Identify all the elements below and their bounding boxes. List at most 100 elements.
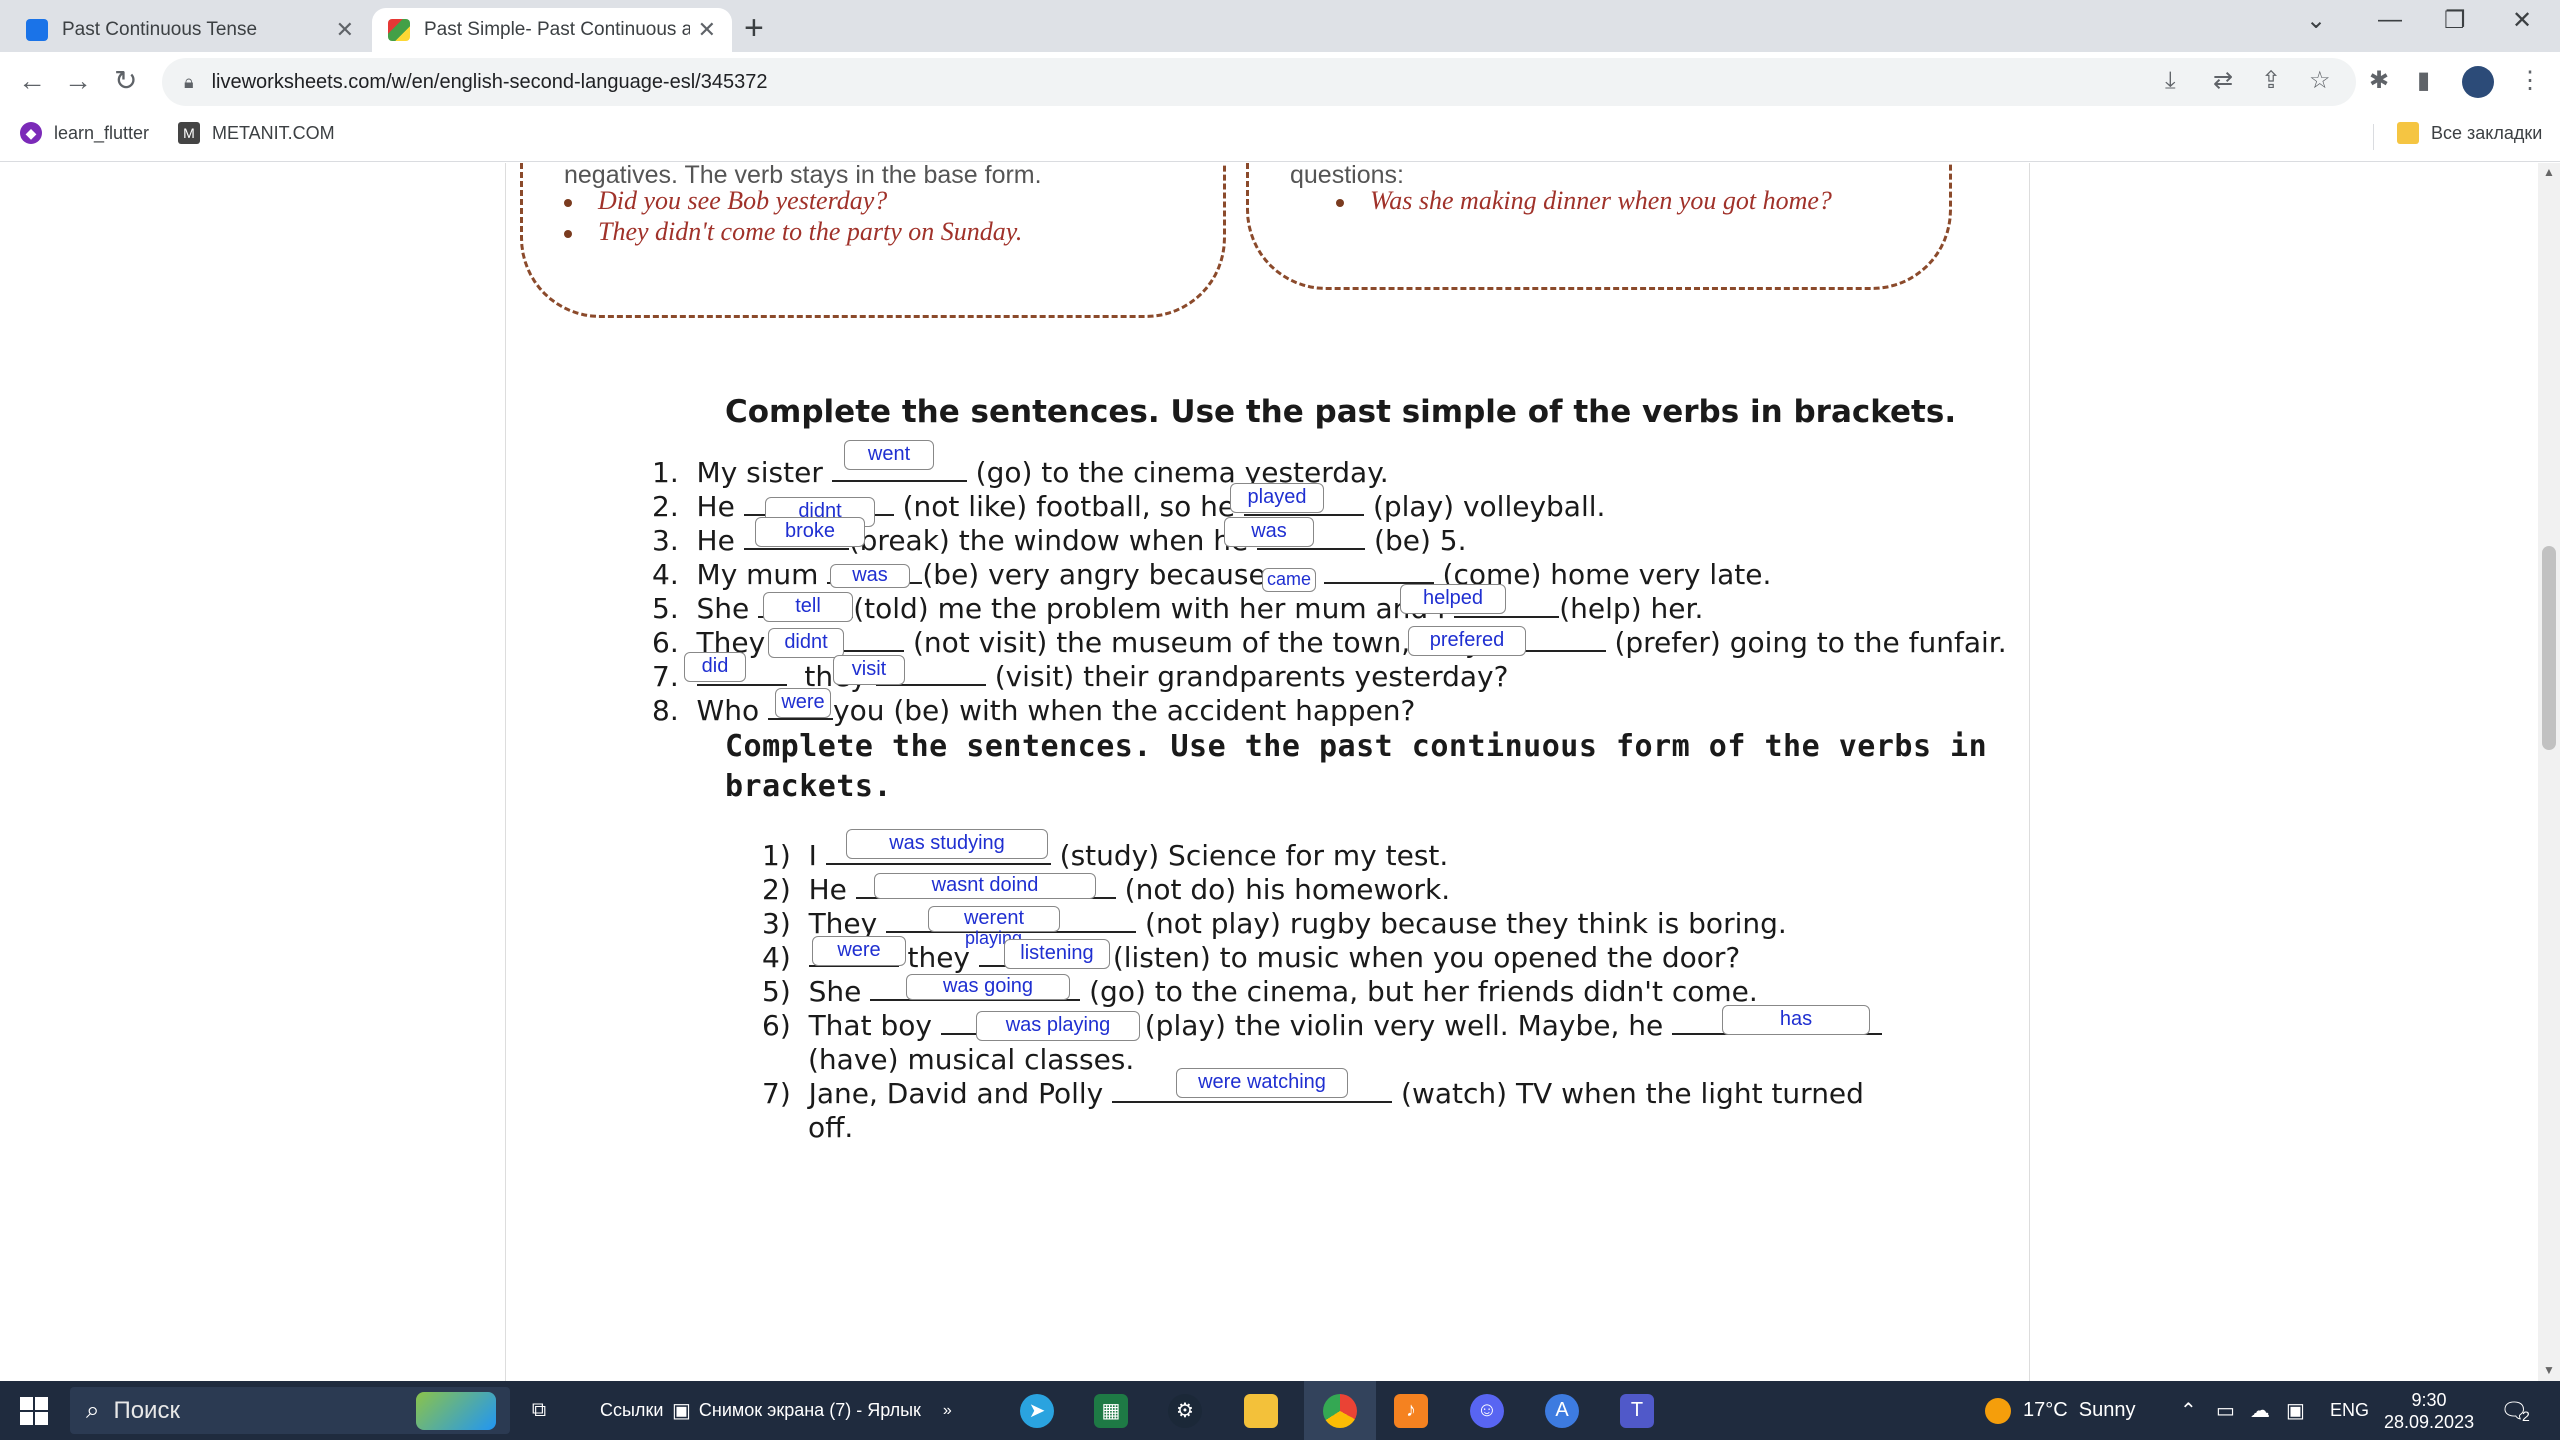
answer-input[interactable]: listening <box>1004 939 1110 969</box>
answer-input[interactable]: was <box>1224 517 1314 547</box>
reload-icon[interactable]: ↻ <box>114 64 137 98</box>
address-bar[interactable]: 🔒︎ liveworksheets.com/w/en/english-secon… <box>162 58 2356 106</box>
teams-icon: T <box>1620 1393 1654 1428</box>
scroll-up-icon[interactable]: ▲ <box>2543 165 2555 179</box>
sentence-text: (not do) his homework. <box>1124 873 1451 906</box>
back-icon[interactable]: ← <box>18 64 46 98</box>
answer-input[interactable]: visit <box>833 655 905 685</box>
chrome-icon <box>1323 1393 1357 1428</box>
tray-overflow-icon[interactable]: ⌃ <box>2180 1381 2197 1440</box>
page-scrollbar[interactable]: ▲ ▼ <box>2538 163 2560 1381</box>
answer-input[interactable]: was playing <box>976 1011 1140 1041</box>
meet-icon[interactable]: ▭ <box>2216 1381 2235 1440</box>
answer-input[interactable]: were <box>812 936 906 966</box>
chevron-icon[interactable]: » <box>943 1402 952 1420</box>
answer-input[interactable]: was <box>830 564 910 588</box>
answer-input[interactable]: played <box>1230 483 1324 513</box>
lock-icon[interactable]: 🔒︎ <box>184 72 194 93</box>
date-text: 28.09.2023 <box>2384 1411 2475 1432</box>
sentence-text: (prefer) going to the funfair. <box>1614 626 2007 659</box>
answer-input[interactable]: wasnt doind <box>874 873 1096 899</box>
sentence-line: 4. My mum (be) very angry because we (co… <box>652 558 1771 591</box>
links-toolbar[interactable]: Ссылки <box>600 1381 663 1440</box>
answer-input[interactable]: was going <box>906 974 1070 1000</box>
bookmarks-bar: ◆ learn_flutter M METANIT.COM Все заклад… <box>0 112 2560 162</box>
answer-input[interactable]: didnt <box>768 628 844 658</box>
bookmark-learn-flutter[interactable]: ◆ learn_flutter <box>20 122 149 144</box>
all-bookmarks[interactable]: Все закладки <box>2397 122 2542 144</box>
folder-icon <box>2397 122 2419 144</box>
notifications-button[interactable]: 🗨︎ 2 <box>2500 1381 2530 1440</box>
close-icon[interactable]: ✕ <box>336 17 354 43</box>
weather-widget[interactable]: 17°C Sunny <box>1985 1381 2136 1440</box>
onedrive-icon[interactable]: ☁ <box>2250 1381 2270 1440</box>
blank-line <box>696 684 787 686</box>
blank-line <box>825 863 1051 865</box>
line-number: 8. <box>652 694 679 727</box>
chrome-app[interactable] <box>1304 1381 1376 1440</box>
teams-app[interactable]: T <box>1620 1381 1654 1440</box>
extensions-icon[interactable]: ✱ <box>2369 66 2389 96</box>
answer-input[interactable]: broke <box>755 517 865 547</box>
liveworksheets-icon <box>388 19 410 41</box>
new-tab-icon[interactable]: + <box>744 10 764 46</box>
answer-input[interactable]: has <box>1722 1005 1870 1035</box>
tab-past-continuous-tense[interactable]: Past Continuous Tense ✕ <box>10 8 370 52</box>
clock[interactable]: 9:30 28.09.2023 <box>2384 1381 2474 1440</box>
answer-input[interactable]: were <box>775 688 831 718</box>
url-text[interactable]: liveworksheets.com/w/en/english-second-l… <box>212 71 768 94</box>
translate-icon[interactable]: ⇄ <box>2213 66 2233 96</box>
sentence-text: (help) her. <box>1559 592 1704 625</box>
all-bookmarks-label: Все закладки <box>2431 122 2543 143</box>
sentence-text: (listen) to music when you opened the do… <box>1112 941 1741 974</box>
restore-icon[interactable]: ❐ <box>2444 6 2466 35</box>
answer-input[interactable]: went <box>844 440 934 470</box>
install-icon[interactable]: ⤓ <box>2165 66 2176 96</box>
example-text: They didn't come to the party on Sunday. <box>598 217 1023 246</box>
app-icon[interactable]: A <box>1545 1381 1579 1440</box>
telegram-app[interactable]: ➤ <box>1020 1381 1054 1440</box>
sentence-text: (visit) their grandparents yesterday? <box>994 660 1509 693</box>
scroll-down-icon[interactable]: ▼ <box>2543 1363 2555 1377</box>
explorer-app[interactable] <box>1244 1381 1278 1440</box>
sentence-line: 6) That boy (play) the violin very well.… <box>762 1009 1883 1042</box>
scrollbar-thumb[interactable] <box>2542 546 2556 750</box>
answer-input[interactable]: tell <box>763 592 853 622</box>
excel-app[interactable]: ▦ <box>1094 1381 1128 1440</box>
minimize-icon[interactable]: — <box>2378 6 2402 34</box>
language-indicator[interactable]: ENG <box>2330 1381 2369 1440</box>
tab-search-icon[interactable]: ⌄ <box>2306 6 2326 35</box>
sentence-text: (not play) rugby because they think is b… <box>1145 907 1787 940</box>
forward-icon[interactable]: → <box>64 64 92 98</box>
task-view-icon[interactable]: ⧉ <box>522 1381 556 1440</box>
sentence-line: 3) They (not play) rugby because they th… <box>762 907 1787 940</box>
line-number: 5) <box>762 975 791 1008</box>
line-number: 3) <box>762 907 791 940</box>
answer-input[interactable]: were watching <box>1176 1068 1348 1098</box>
bookmark-metanit[interactable]: M METANIT.COM <box>178 122 335 144</box>
answer-input[interactable]: came <box>1262 568 1316 592</box>
menu-icon[interactable]: ⋮ <box>2518 66 2542 96</box>
steam-app[interactable]: ⚙ <box>1168 1381 1202 1440</box>
taskbar-search[interactable]: ⌕ Поиск <box>70 1387 510 1434</box>
share-icon[interactable]: ⇪ <box>2261 66 2281 96</box>
profile-avatar[interactable] <box>2462 66 2494 98</box>
answer-input[interactable]: helped <box>1400 584 1506 614</box>
side-panel-icon[interactable]: ▮ <box>2417 66 2430 96</box>
answer-input[interactable]: prefered <box>1408 626 1526 656</box>
fl-studio-app[interactable]: ♪ <box>1394 1381 1428 1440</box>
start-button[interactable] <box>20 1381 48 1440</box>
screenshot-shortcut[interactable]: ▣ Снимок экрана (7) - Ярлык » <box>672 1381 952 1440</box>
bookmark-star-icon[interactable]: ☆ <box>2309 66 2331 96</box>
sentence-text: My sister <box>696 456 823 489</box>
display-icon[interactable]: ▣ <box>2286 1381 2305 1440</box>
tab-past-simple[interactable]: Past Simple- Past Continuous ac ✕ <box>372 8 732 52</box>
close-window-icon[interactable]: ✕ <box>2512 6 2532 35</box>
sentence-text: She <box>808 975 862 1008</box>
discord-icon: ☺ <box>1470 1393 1504 1428</box>
answer-input[interactable]: did <box>684 652 746 682</box>
close-icon[interactable]: ✕ <box>698 17 716 43</box>
discord-app[interactable]: ☺ <box>1470 1381 1504 1440</box>
answer-input[interactable]: was studying <box>846 829 1048 859</box>
sentence-text: My mum <box>696 558 819 591</box>
